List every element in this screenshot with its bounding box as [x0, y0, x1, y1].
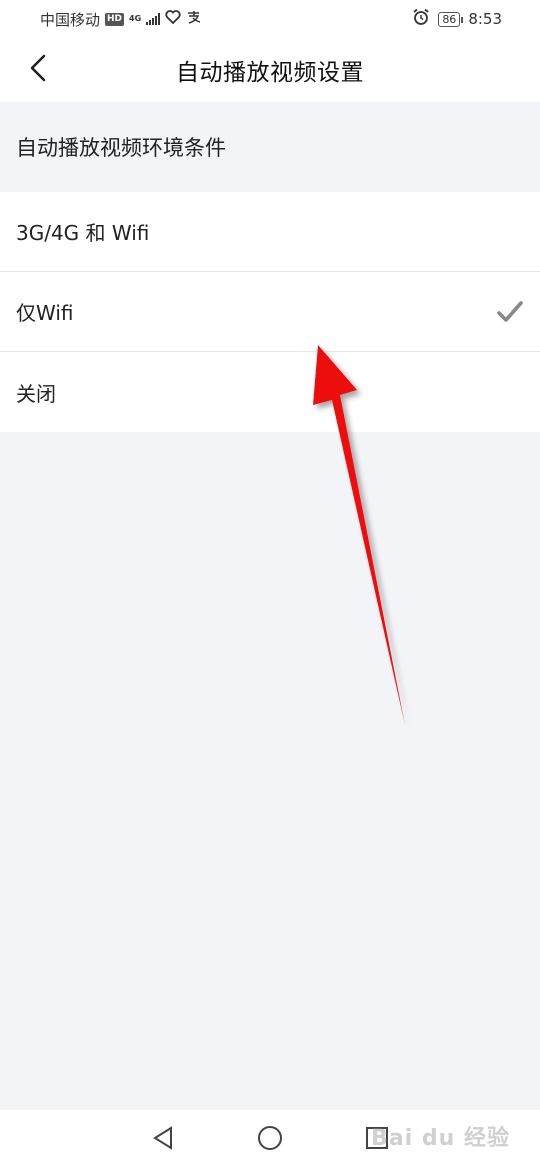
status-right: 86 8:53	[412, 8, 502, 30]
alipay-icon	[186, 10, 202, 28]
carrier-label: 中国移动	[40, 10, 101, 29]
triangle-back-icon	[151, 1125, 175, 1155]
circle-home-icon	[257, 1125, 283, 1155]
network-label: 4G	[129, 14, 142, 23]
option-label: 仅Wifi	[16, 301, 74, 325]
page-title: 自动播放视频设置	[176, 60, 364, 86]
checkmark-icon	[496, 300, 524, 324]
back-button[interactable]	[22, 52, 54, 88]
clock-time: 8:53	[468, 10, 502, 28]
chevron-left-icon	[28, 53, 48, 87]
option-wifi-only[interactable]: 仅Wifi	[0, 272, 540, 352]
option-3g4g-wifi[interactable]: 3G/4G 和 Wifi	[0, 192, 540, 272]
option-list: 3G/4G 和 Wifi 仅Wifi 关闭	[0, 192, 540, 432]
option-label: 关闭	[16, 381, 56, 406]
option-label: 3G/4G 和 Wifi	[16, 221, 150, 245]
watermark: Bai du 经验	[371, 1126, 510, 1151]
nav-home-button[interactable]	[250, 1120, 290, 1160]
nav-back-button[interactable]	[143, 1120, 183, 1160]
alarm-icon	[412, 8, 430, 30]
heart-icon	[165, 10, 181, 28]
signal-icon	[146, 13, 161, 25]
battery-icon: 86	[438, 11, 464, 27]
screen: 中国移动 HD 4G 86 8:53 自动播放视频设置 自动播放视频环境条件 3…	[0, 0, 540, 1170]
option-off[interactable]: 关闭	[0, 352, 540, 432]
status-bar: 中国移动 HD 4G 86 8:53	[0, 0, 540, 38]
nav-header: 自动播放视频设置	[0, 38, 540, 102]
status-left: 中国移动 HD 4G	[40, 9, 202, 30]
hd-badge: HD	[105, 12, 125, 26]
section-title: 自动播放视频环境条件	[16, 136, 226, 160]
